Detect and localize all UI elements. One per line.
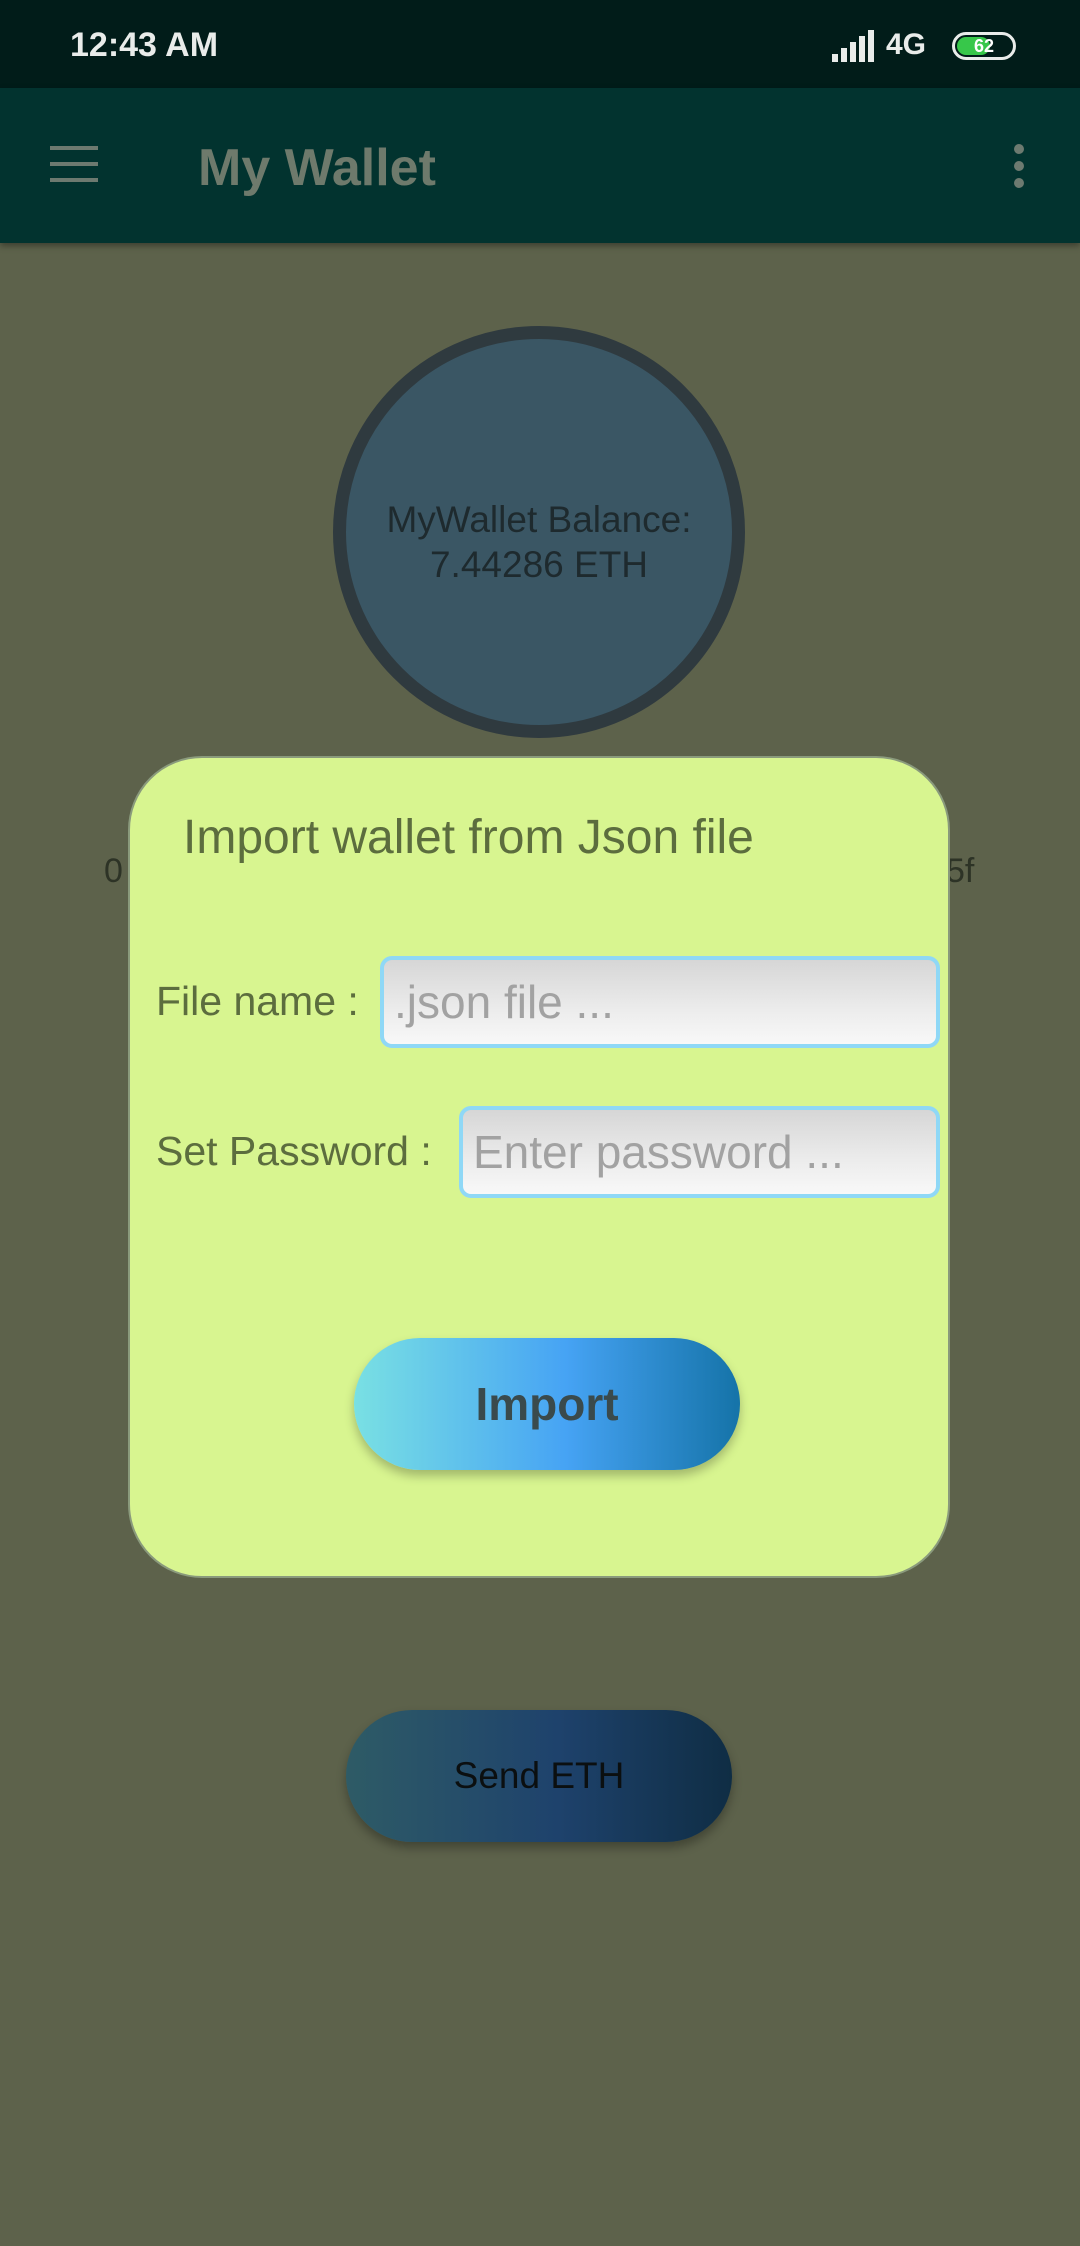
page-title: My Wallet [198, 139, 436, 197]
wallet-address-end: 5f [946, 852, 975, 890]
balance-value: 7.44286 ETH [429, 544, 649, 585]
balance-circle: MyWallet Balance: 7.44286 ETH [333, 326, 745, 738]
battery-percent: 62 [973, 36, 995, 56]
file-name-label: File name : [156, 978, 359, 1024]
status-time: 12:43 AM [70, 26, 219, 64]
file-name-input[interactable] [380, 956, 940, 1048]
menu-icon[interactable] [46, 142, 102, 188]
import-wallet-dialog: Import wallet from Json file File name :… [128, 756, 950, 1578]
battery-icon: 62 [952, 32, 1016, 60]
app-bar: My Wallet [0, 88, 1080, 243]
import-button[interactable]: Import [354, 1338, 740, 1470]
send-eth-button[interactable]: Send ETH [346, 1710, 732, 1842]
dialog-title: Import wallet from Json file [183, 811, 754, 864]
status-bar: 12:43 AM 4G 62 [0, 0, 1080, 88]
signal-icon [832, 30, 874, 62]
network-type: 4G [886, 28, 927, 61]
balance-label: MyWallet Balance: [386, 499, 692, 540]
wallet-address-start: 0 [104, 852, 123, 890]
password-input[interactable] [459, 1106, 940, 1198]
password-label: Set Password : [156, 1128, 432, 1174]
more-vert-icon[interactable] [1000, 138, 1040, 194]
